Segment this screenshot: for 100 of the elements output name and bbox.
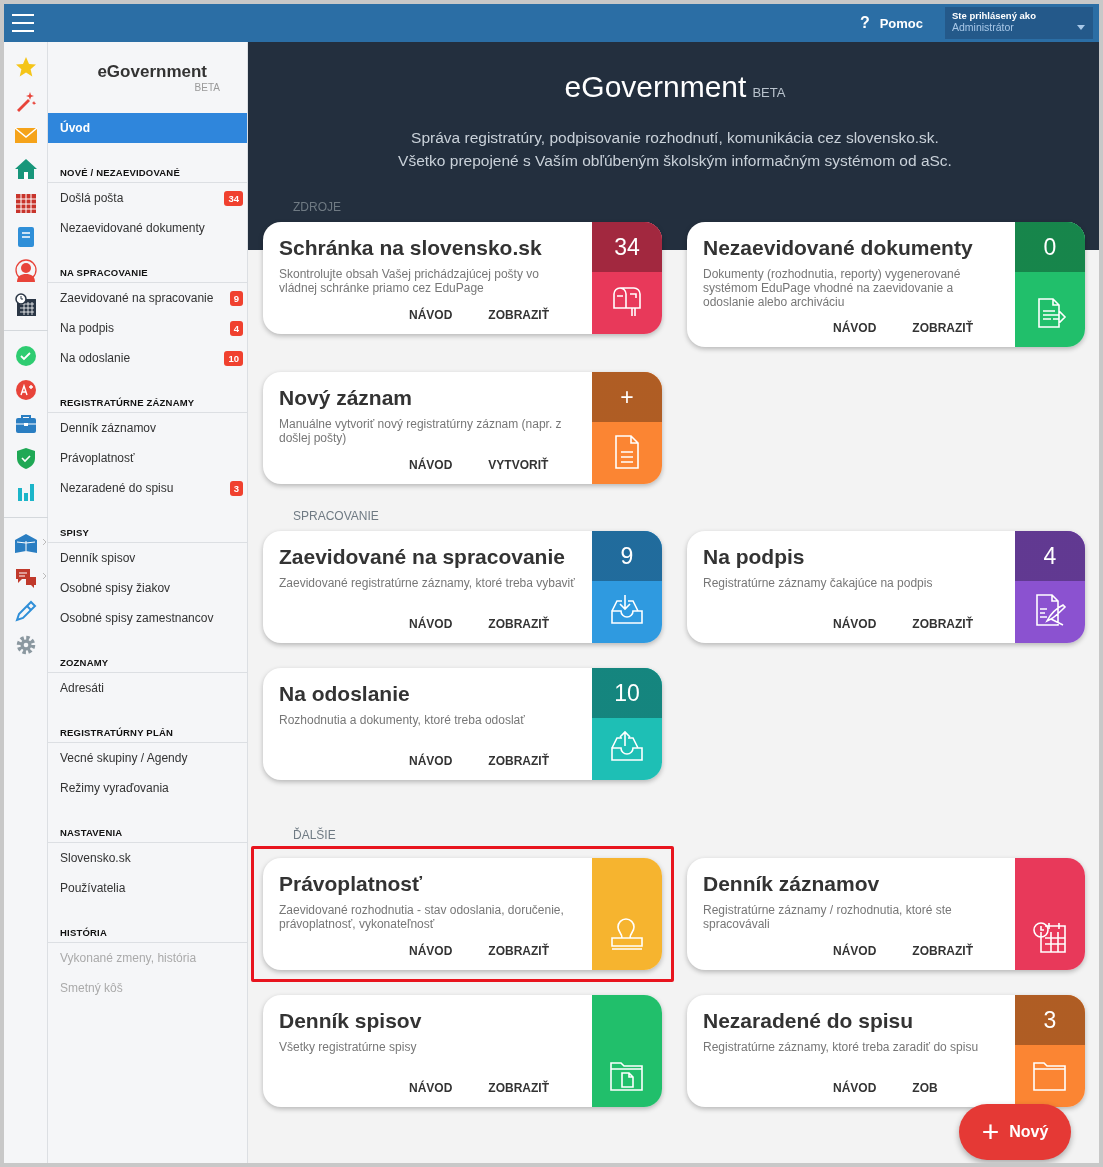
- card-title: Nezaradené do spisu: [703, 1009, 915, 1033]
- sidebar-group-title: ZOZNAMY: [48, 657, 247, 673]
- card-description: Registratúrne záznamy, ktoré treba zaradiť do spisu: [703, 1040, 980, 1054]
- sidebar-item[interactable]: Adresáti: [48, 673, 247, 703]
- card-title: Zaevidované na spracovanie: [279, 545, 566, 569]
- sidebar-item[interactable]: Na odoslanie 10: [48, 343, 247, 373]
- count-label: 3: [1015, 995, 1085, 1045]
- pencil-icon[interactable]: [13, 599, 38, 623]
- card-description: Zaevidované rozhodnutia - stav odoslania, doručenie, právoplatnosť, vykonateľnosť: [279, 903, 565, 931]
- card-action-link[interactable]: NÁVOD: [409, 1081, 453, 1095]
- check-badge-icon[interactable]: [13, 344, 38, 368]
- sidebar-group-title: HISTÓRIA: [48, 927, 247, 943]
- sidebar-group-title: REGISTRATÚRNE ZÁZNAMY: [48, 397, 247, 413]
- hero-subtitle: Všetko prepojené s Vaším obľúbeným školským informačným systémom od aSc.: [397, 151, 953, 171]
- card-description: Dokumenty (rozhodnutia, reporty) vygenerované systémom EduPage vhodné na zaevidovanie a odoslanie alebo archiváciu: [703, 267, 962, 309]
- new-button[interactable]: + Nový: [959, 1104, 1071, 1160]
- card-description: Registratúrne záznamy čakajúce na podpis: [703, 576, 934, 590]
- count-label: 10: [592, 668, 662, 718]
- sidebar-group-title: NASTAVENIA: [48, 827, 247, 843]
- sidebar-group-title: NOVÉ / NEZAEVIDOVANÉ: [48, 167, 247, 183]
- card-action-link[interactable]: NÁVOD: [409, 458, 453, 472]
- chevron-icon: [41, 538, 47, 546]
- card-description: Všetky registratúrne spisy: [279, 1040, 418, 1054]
- count-label: 9: [592, 531, 662, 581]
- card-action-link[interactable]: ZOBRAZIŤ: [488, 1081, 549, 1095]
- sidebar-item[interactable]: Používatelia: [48, 873, 247, 903]
- card-action-link[interactable]: NÁVOD: [409, 617, 453, 631]
- count-badge: 9: [229, 290, 243, 306]
- card-action-link[interactable]: NÁVOD: [833, 1081, 877, 1095]
- sidebar-group-title: SPISY: [48, 527, 247, 543]
- sidebar-item[interactable]: Na podpis 4: [48, 313, 247, 343]
- sidebar-item[interactable]: Denník záznamov: [48, 413, 247, 443]
- sidebar-item[interactable]: Osobné spisy zamestnancov: [48, 603, 247, 633]
- card-action-link[interactable]: ZOBRAZIŤ: [912, 944, 973, 958]
- chevron-icon: [41, 572, 47, 580]
- card-title: Na podpis: [703, 545, 806, 569]
- sidebar-item[interactable]: Právoplatnosť: [48, 443, 247, 473]
- card-description: Manuálne vytvoriť nový registratúrny záznam (napr. z došlej pošty): [279, 417, 563, 445]
- card-description: Zaevidované registratúrne záznamy, ktoré treba vybaviť: [279, 576, 576, 590]
- sidebar-item[interactable]: Úvod: [48, 113, 247, 143]
- count-badge: 34: [224, 190, 243, 206]
- grade-icon[interactable]: [13, 378, 38, 402]
- card-action-link[interactable]: NÁVOD: [833, 944, 877, 958]
- card-title: Denník spisov: [279, 1009, 423, 1033]
- calendar-grid-icon[interactable]: [13, 191, 38, 215]
- count-badge: 4: [229, 320, 243, 336]
- count-badge: 10: [224, 350, 243, 366]
- sidebar-item[interactable]: Denník spisov: [48, 543, 247, 573]
- briefcase-icon[interactable]: [13, 412, 38, 436]
- count-badge: 3: [229, 480, 243, 496]
- hero-title: eGovernment: [564, 70, 747, 103]
- card-action-link[interactable]: NÁVOD: [409, 308, 453, 322]
- card-action-link[interactable]: ZOBRAZIŤ: [488, 944, 549, 958]
- card-action-link[interactable]: ZOBRAZIŤ: [488, 308, 549, 322]
- card-action-link[interactable]: VYTVORIŤ: [488, 458, 549, 472]
- user-dropdown[interactable]: Ste prihlásený ako Administrátor: [945, 7, 1093, 39]
- sidebar-item[interactable]: Nezaradené do spisu 3: [48, 473, 247, 503]
- card-description: Skontrolujte obsah Vašej prichádzajúcej pošty vo vládnej schránke priamo cez EduPage: [279, 267, 540, 295]
- sidebar-item[interactable]: Zaevidované na spracovanie 9: [48, 283, 247, 313]
- card-title: Právoplatnosť: [279, 872, 424, 896]
- card-action-link[interactable]: ZOBRAZIŤ: [488, 754, 549, 768]
- hero-subtitle: Správa registratúry, podpisovanie rozhodnutí, komunikácia cez slovensko.sk.: [410, 128, 940, 148]
- sidebar-item[interactable]: Nezaevidované dokumenty: [48, 213, 247, 243]
- card-action-link[interactable]: ZOBRAZIŤ: [488, 617, 549, 631]
- sidebar-item[interactable]: Slovensko.sk: [48, 843, 247, 873]
- menu-icon[interactable]: [12, 14, 34, 32]
- card-title: Schránka na slovensko.sk: [279, 236, 543, 260]
- card-action-link[interactable]: ZOB: [912, 1081, 938, 1095]
- sidebar-item[interactable]: Osobné spisy žiakov: [48, 573, 247, 603]
- beta-tag: BETA: [752, 85, 786, 100]
- card-action-link[interactable]: NÁVOD: [833, 321, 877, 335]
- card-title: Na odoslanie: [279, 682, 411, 706]
- sidebar-item[interactable]: Došlá pošta 34: [48, 183, 247, 213]
- card-description: Rozhodnutia a dokumenty, ktoré treba odoslať: [279, 713, 526, 727]
- house-icon[interactable]: [13, 157, 38, 181]
- count-label: 4: [1015, 531, 1085, 581]
- card-action-link[interactable]: NÁVOD: [833, 617, 877, 631]
- count-label: 0: [1015, 222, 1085, 272]
- person-icon[interactable]: [13, 259, 38, 283]
- sidebar-item[interactable]: Vecné skupiny / Agendy: [48, 743, 247, 773]
- brand-title: eGovernment: [96, 62, 207, 82]
- book-icon[interactable]: [13, 531, 38, 555]
- sidebar-group-title: REGISTRATÚRNY PLÁN: [48, 727, 247, 743]
- sidebar-group-title: NA SPRACOVANIE: [48, 267, 247, 283]
- calendar-clock-icon[interactable]: [13, 293, 38, 317]
- card-action-link[interactable]: NÁVOD: [409, 754, 453, 768]
- help-button[interactable]: ? Pomoc: [859, 14, 923, 32]
- card-description: Registratúrne záznamy / rozhodnutia, ktoré ste spracovávali: [703, 903, 953, 931]
- section-label: SPRACOVANIE: [293, 509, 379, 523]
- card-action-link[interactable]: NÁVOD: [409, 944, 453, 958]
- card-action-link[interactable]: ZOBRAZIŤ: [912, 321, 973, 335]
- card-title: Denník záznamov: [703, 872, 881, 896]
- section-label: ZDROJE: [293, 200, 341, 214]
- count-label: +: [592, 372, 662, 422]
- card-title: Nezaevidované dokumenty: [703, 236, 974, 260]
- section-label: ĎALŠIE: [293, 828, 336, 842]
- card-action-link[interactable]: ZOBRAZIŤ: [912, 617, 973, 631]
- sidebar-item[interactable]: Režimy vyraďovania: [48, 773, 247, 803]
- count-label: 34: [592, 222, 662, 272]
- caret-icon: [1077, 25, 1085, 30]
